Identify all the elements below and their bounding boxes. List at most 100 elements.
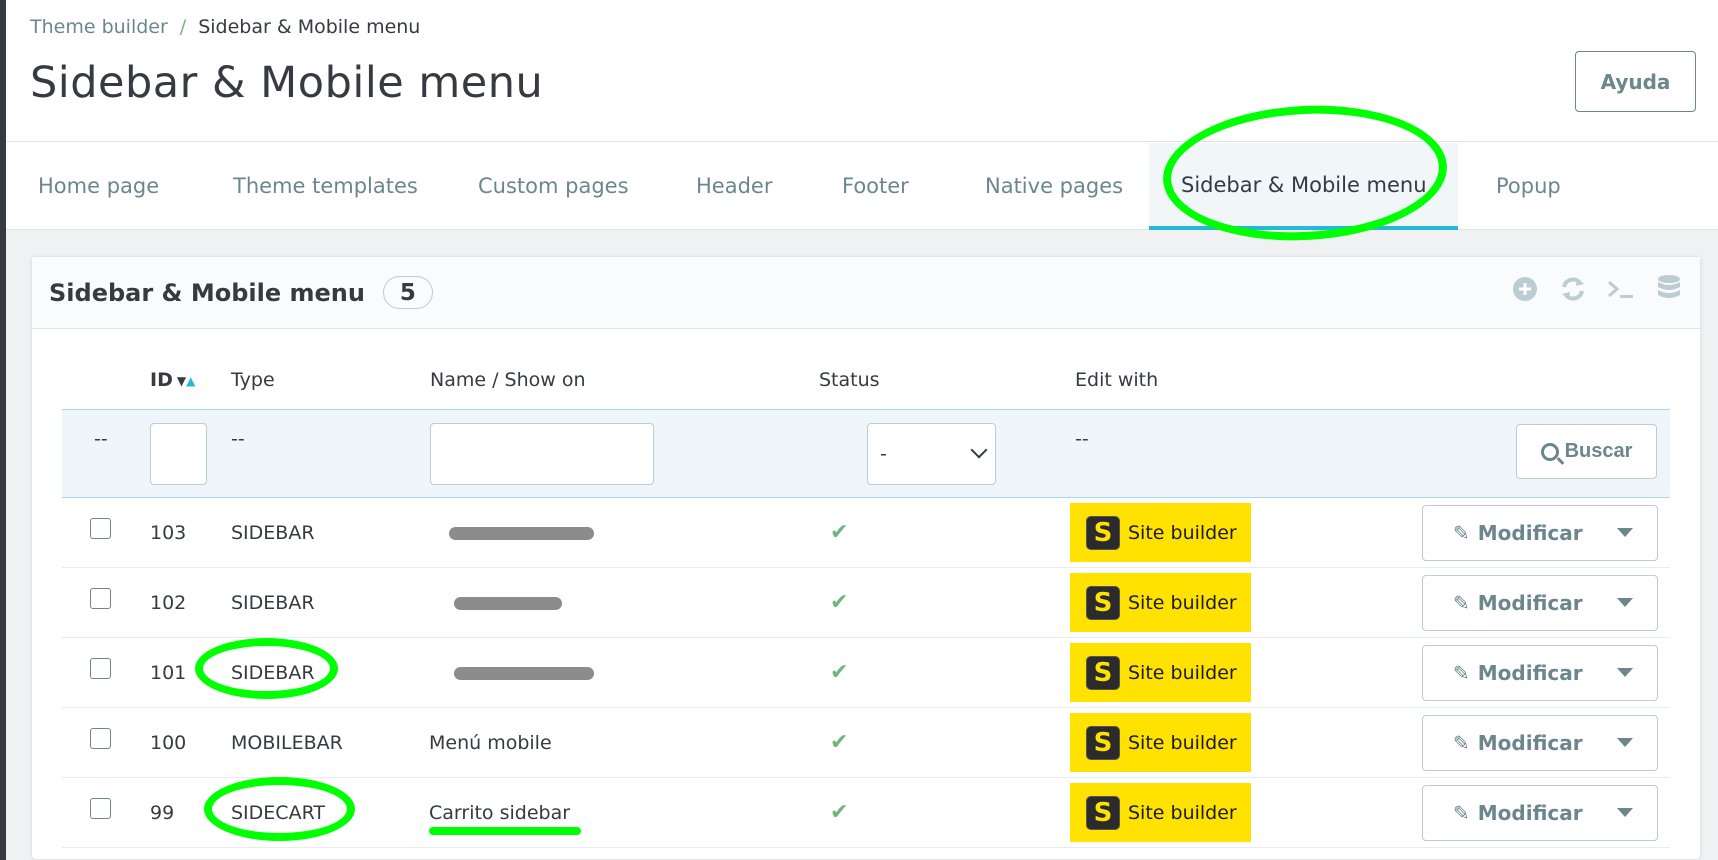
- site-builder-logo-icon: S: [1084, 723, 1122, 762]
- row-type: SIDECART: [231, 802, 325, 824]
- pencil-icon: ✎: [1453, 801, 1470, 825]
- row-name: Menú mobile: [429, 732, 552, 754]
- site-builder-badge[interactable]: S Site builder: [1070, 643, 1251, 702]
- breadcrumb-parent[interactable]: Theme builder: [30, 16, 168, 38]
- breadcrumb: Theme builder / Sidebar & Mobile menu: [30, 16, 420, 38]
- site-builder-logo-icon: S: [1084, 513, 1122, 552]
- caret-down-icon[interactable]: [1617, 808, 1633, 817]
- table-row[interactable]: 101 SIDEBAR ✔ S Site builder ✎ Modificar: [62, 638, 1670, 708]
- row-checkbox[interactable]: [90, 518, 111, 539]
- status-filter-select[interactable]: -: [867, 423, 996, 485]
- page-title: Sidebar & Mobile menu: [30, 58, 544, 108]
- panel-header: Sidebar & Mobile menu 5: [32, 257, 1700, 329]
- help-button[interactable]: Ayuda: [1575, 51, 1696, 112]
- id-filter-input[interactable]: [150, 423, 207, 485]
- row-id: 99: [150, 802, 175, 824]
- column-edit-with: Edit with: [1075, 369, 1159, 391]
- row-id: 102: [150, 592, 187, 614]
- modify-button[interactable]: ✎ Modificar: [1422, 505, 1658, 561]
- list-panel: Sidebar & Mobile menu 5 ID ▼▲ Type Name …: [31, 256, 1701, 860]
- row-type: SIDEBAR: [231, 522, 315, 544]
- chevron-down-icon: [970, 441, 988, 459]
- column-status: Status: [819, 369, 880, 391]
- count-badge: 5: [382, 276, 433, 309]
- tab-theme-templates[interactable]: Theme templates: [201, 143, 450, 229]
- filter-row: -- -- - -- Buscar: [62, 409, 1670, 498]
- panel-actions: [1510, 274, 1684, 304]
- panel-title: Sidebar & Mobile menu: [49, 278, 365, 307]
- sql-terminal-icon[interactable]: [1606, 274, 1636, 304]
- modify-button[interactable]: ✎ Modificar: [1422, 575, 1658, 631]
- pencil-icon: ✎: [1453, 731, 1470, 755]
- breadcrumb-current: Sidebar & Mobile menu: [198, 16, 421, 38]
- data-table: ID ▼▲ Type Name / Show on Status Edit wit…: [62, 357, 1670, 848]
- status-check-icon[interactable]: ✔: [830, 730, 848, 755]
- refresh-icon[interactable]: [1558, 274, 1588, 304]
- sort-icon[interactable]: ▼▲: [177, 374, 195, 388]
- search-icon: [1540, 442, 1559, 461]
- table-row[interactable]: 99 SIDECART Carrito sidebar ✔ S Site buil…: [62, 778, 1670, 848]
- tab-native-pages[interactable]: Native pages: [953, 143, 1155, 229]
- site-builder-logo-icon: S: [1084, 653, 1122, 692]
- database-icon[interactable]: [1654, 274, 1684, 304]
- tab-custom-pages[interactable]: Custom pages: [446, 143, 661, 229]
- row-type: SIDEBAR: [231, 592, 315, 614]
- caret-down-icon[interactable]: [1617, 528, 1633, 537]
- search-button-label: Buscar: [1564, 440, 1633, 462]
- edit-filter-empty: --: [1075, 428, 1089, 450]
- tab-sidebar-mobile-menu[interactable]: Sidebar & Mobile menu: [1149, 143, 1458, 230]
- tab-bar: Home page Theme templates Custom pages H…: [6, 143, 1718, 230]
- row-name-redacted: [454, 638, 594, 708]
- pencil-icon: ✎: [1453, 521, 1470, 545]
- modify-button[interactable]: ✎ Modificar: [1422, 785, 1658, 841]
- row-type: MOBILEBAR: [231, 732, 343, 754]
- table-header-row: ID ▼▲ Type Name / Show on Status Edit wit…: [62, 357, 1670, 409]
- site-builder-badge[interactable]: S Site builder: [1070, 573, 1251, 632]
- caret-down-icon[interactable]: [1617, 598, 1633, 607]
- modify-button[interactable]: ✎ Modificar: [1422, 645, 1658, 701]
- tab-footer[interactable]: Footer: [810, 143, 941, 229]
- search-button[interactable]: Buscar: [1516, 424, 1657, 479]
- status-check-icon[interactable]: ✔: [830, 590, 848, 615]
- filter-empty: --: [94, 428, 108, 450]
- table-row[interactable]: 100 MOBILEBAR Menú mobile ✔ S Site builde…: [62, 708, 1670, 778]
- table-row[interactable]: 103 SIDEBAR ✔ S Site builder ✎ Modificar: [62, 498, 1670, 568]
- tab-header[interactable]: Header: [664, 143, 804, 229]
- pencil-icon: ✎: [1453, 591, 1470, 615]
- column-id[interactable]: ID ▼▲: [150, 369, 195, 391]
- page-header: Theme builder / Sidebar & Mobile menu Side…: [6, 0, 1718, 142]
- row-type: SIDEBAR: [231, 662, 315, 684]
- row-checkbox[interactable]: [90, 798, 111, 819]
- row-id: 103: [150, 522, 187, 544]
- row-checkbox[interactable]: [90, 588, 111, 609]
- column-type: Type: [231, 369, 275, 391]
- pencil-icon: ✎: [1453, 661, 1470, 685]
- site-builder-badge[interactable]: S Site builder: [1070, 713, 1251, 772]
- row-checkbox[interactable]: [90, 728, 111, 749]
- row-id: 100: [150, 732, 187, 754]
- status-check-icon[interactable]: ✔: [830, 800, 848, 825]
- site-builder-badge[interactable]: S Site builder: [1070, 503, 1251, 562]
- row-name-redacted: [449, 498, 594, 568]
- status-check-icon[interactable]: ✔: [830, 520, 848, 545]
- type-filter-empty: --: [231, 428, 245, 450]
- column-name: Name / Show on: [430, 369, 586, 391]
- modify-button[interactable]: ✎ Modificar: [1422, 715, 1658, 771]
- table-row[interactable]: 102 SIDEBAR ✔ S Site builder ✎ Modificar: [62, 568, 1670, 638]
- content-area: Sidebar & Mobile menu 5 ID ▼▲ Type Name …: [6, 230, 1718, 860]
- caret-down-icon[interactable]: [1617, 738, 1633, 747]
- add-icon[interactable]: [1510, 274, 1540, 304]
- row-checkbox[interactable]: [90, 658, 111, 679]
- site-builder-badge[interactable]: S Site builder: [1070, 783, 1251, 842]
- tab-home-page[interactable]: Home page: [6, 143, 191, 229]
- caret-down-icon[interactable]: [1617, 668, 1633, 677]
- tab-popup[interactable]: Popup: [1464, 143, 1593, 229]
- status-check-icon[interactable]: ✔: [830, 660, 848, 685]
- name-filter-input[interactable]: [430, 423, 654, 485]
- row-id: 101: [150, 662, 187, 684]
- site-builder-logo-icon: S: [1084, 793, 1122, 832]
- row-name-redacted: [454, 568, 562, 638]
- breadcrumb-separator: /: [179, 16, 187, 38]
- row-name: Carrito sidebar: [429, 802, 571, 824]
- site-builder-logo-icon: S: [1084, 583, 1122, 622]
